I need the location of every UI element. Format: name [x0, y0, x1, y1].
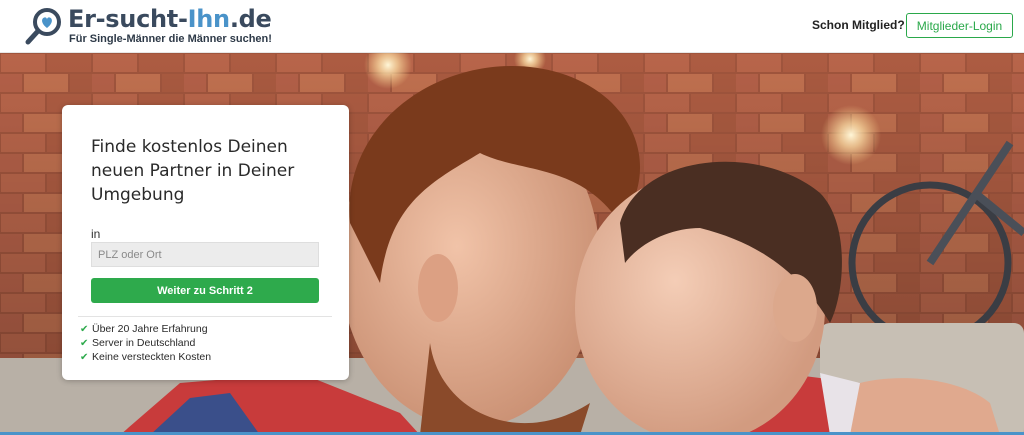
checkmark-icon: ✔ [80, 351, 89, 363]
feature-item: ✔ Keine versteckten Kosten [80, 350, 211, 364]
signup-card: Finde kostenlos Deinen neuen Partner in … [62, 105, 349, 380]
feature-item: ✔ Über 20 Jahre Erfahrung [80, 322, 211, 336]
logo-title: Er-sucht-Ihn.de [68, 5, 272, 33]
site-header: Er-sucht-Ihn.de Für Single-Männer die Mä… [0, 0, 1024, 53]
features-list: ✔ Über 20 Jahre Erfahrung ✔ Server in Deut… [80, 322, 211, 364]
signup-headline: Finde kostenlos Deinen neuen Partner in … [91, 137, 295, 205]
member-login-button[interactable]: Mitglieder-Login [906, 13, 1013, 38]
site-logo[interactable]: Er-sucht-Ihn.de Für Single-Männer die Mä… [24, 5, 284, 49]
checkmark-icon: ✔ [80, 337, 89, 349]
logo-tagline: Für Single-Männer die Männer suchen! [69, 33, 272, 45]
next-step-button[interactable]: Weiter zu Schritt 2 [91, 278, 319, 303]
feature-text: Über 20 Jahre Erfahrung [92, 323, 208, 335]
feature-text: Server in Deutschland [92, 337, 196, 349]
magnifier-heart-icon [25, 8, 61, 45]
feature-text: Keine versteckten Kosten [92, 351, 212, 363]
location-input[interactable] [91, 242, 319, 267]
card-divider [78, 316, 332, 317]
checkmark-icon: ✔ [80, 323, 89, 335]
feature-item: ✔ Server in Deutschland [80, 336, 211, 350]
location-label: in [91, 227, 101, 241]
already-member-text: Schon Mitglied? [812, 18, 905, 32]
